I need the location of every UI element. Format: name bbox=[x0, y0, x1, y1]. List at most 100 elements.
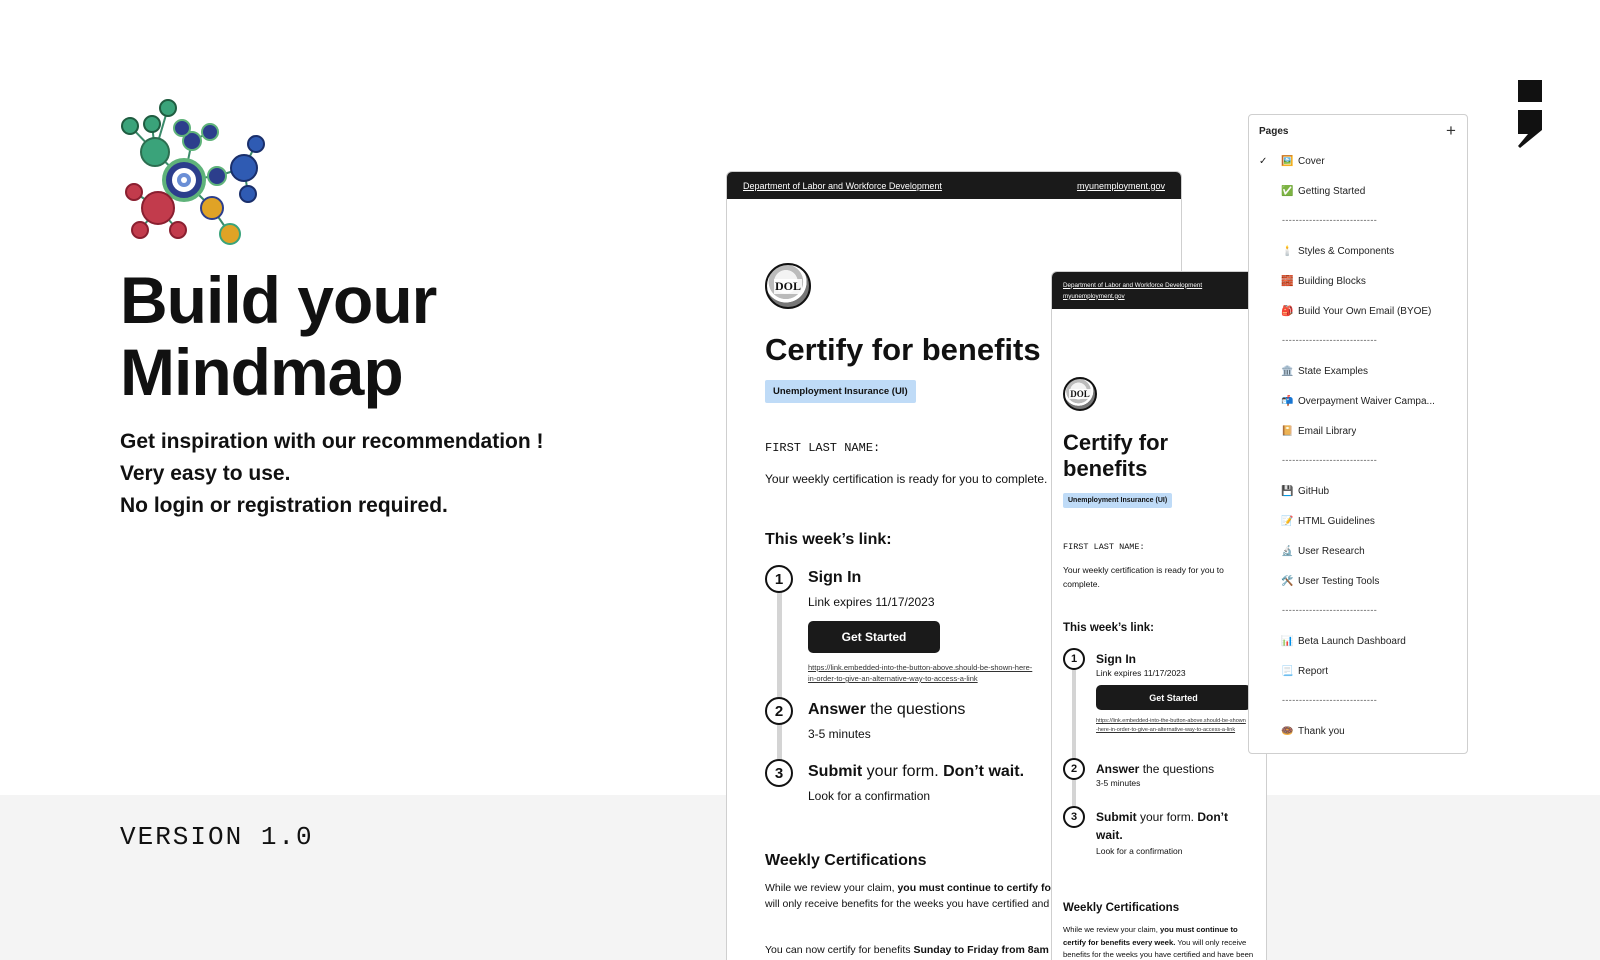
get-started-button[interactable]: Get Started bbox=[808, 621, 940, 653]
mindmap-network-icon bbox=[121, 99, 265, 245]
steps-connector bbox=[777, 587, 782, 783]
site-link[interactable]: myunemployment.gov bbox=[1063, 291, 1125, 302]
pages-panel: Pages + ✓ 🖼️ Cover ✅ Getting Started --------… bbox=[1248, 114, 1468, 754]
pages-title: Pages bbox=[1259, 126, 1289, 137]
step-number: 1 bbox=[1063, 648, 1085, 670]
step-title: Sign In bbox=[808, 569, 862, 586]
seal-text: DOL bbox=[773, 278, 802, 294]
checkmark-icon: ✓ bbox=[1259, 155, 1268, 167]
page-item[interactable]: 🧱 Building Blocks bbox=[1259, 270, 1464, 292]
step-number: 2 bbox=[765, 697, 793, 725]
page-emoji-icon: 🔬 bbox=[1281, 545, 1294, 557]
seal-text: DOL bbox=[1069, 389, 1091, 399]
page-item[interactable]: 📬 Overpayment Waiver Campa... bbox=[1259, 390, 1464, 412]
certifications-paragraph: While we review your claim, you must con… bbox=[1063, 925, 1254, 959]
page-label: Build Your Own Email (BYOE) bbox=[1298, 305, 1432, 317]
page-emoji-icon: 🏛️ bbox=[1281, 365, 1294, 377]
page-emoji-icon: 📬 bbox=[1281, 395, 1294, 407]
page-item[interactable]: 📔 Email Library bbox=[1259, 420, 1464, 442]
step-number: 3 bbox=[1063, 806, 1085, 828]
page-emoji-icon: 🛠️ bbox=[1281, 575, 1294, 587]
page-divider: ---------------------------- bbox=[1282, 695, 1378, 705]
page-label: Building Blocks bbox=[1298, 275, 1366, 287]
page-item[interactable]: 📃 Report bbox=[1259, 660, 1464, 682]
page-item[interactable]: 🎒 Build Your Own Email (BYOE) bbox=[1259, 300, 1464, 322]
step-subtitle: 3-5 minutes bbox=[808, 727, 871, 741]
email-title: Certify for benefits bbox=[1063, 430, 1169, 481]
page-label: Getting Started bbox=[1298, 185, 1366, 197]
step-number: 1 bbox=[765, 565, 793, 593]
page-label: Thank you bbox=[1298, 725, 1345, 737]
version-label: VERSION 1.0 bbox=[120, 822, 314, 852]
page-label: HTML Guidelines bbox=[1298, 515, 1375, 527]
certifications-title: Weekly Certifications bbox=[765, 852, 927, 869]
program-badge: Unemployment Insurance (UI) bbox=[765, 380, 916, 403]
plus-icon[interactable]: + bbox=[1443, 122, 1459, 139]
page-emoji-icon: 🍩 bbox=[1281, 725, 1294, 737]
page-label: Styles & Components bbox=[1298, 245, 1395, 257]
site-link[interactable]: myunemployment.gov bbox=[1077, 181, 1165, 191]
steps-list: 1 Sign In Link expires 11/17/2023 Get St… bbox=[1063, 648, 1263, 868]
page-divider: ---------------------------- bbox=[1282, 335, 1378, 345]
page-emoji-icon: 📊 bbox=[1281, 635, 1294, 647]
step-title: Answer the questions bbox=[1096, 762, 1215, 776]
page-item[interactable]: 🏛️ State Examples bbox=[1259, 360, 1464, 382]
tagline-line: No login or registration required. bbox=[120, 494, 448, 517]
page-item[interactable]: 🕯️ Styles & Components bbox=[1259, 240, 1464, 262]
page-item[interactable]: 🛠️ User Testing Tools bbox=[1259, 570, 1464, 592]
page-label: GitHub bbox=[1298, 485, 1330, 497]
tagline-line: Very easy to use. bbox=[120, 462, 291, 485]
page-label: User Testing Tools bbox=[1298, 575, 1380, 587]
page-divider: ---------------------------- bbox=[1282, 455, 1378, 465]
page-emoji-icon: ✅ bbox=[1281, 185, 1294, 197]
page-item[interactable]: 📝 HTML Guidelines bbox=[1259, 510, 1464, 532]
program-badge: Unemployment Insurance (UI) bbox=[1063, 493, 1173, 508]
dol-seal-icon: DOL bbox=[765, 263, 811, 309]
email-header: Department of Labor and Workforce Develo… bbox=[1052, 272, 1266, 309]
pages-header: Pages + bbox=[1259, 122, 1459, 142]
email-title: Certify for benefits bbox=[765, 332, 1041, 367]
step-subtitle: 3-5 minutes bbox=[1096, 778, 1141, 788]
page-label: Cover bbox=[1298, 155, 1325, 167]
greeting-text: Your weekly certification is ready for y… bbox=[1063, 565, 1224, 589]
page-item[interactable]: ✓ 🖼️ Cover bbox=[1259, 150, 1464, 172]
recipient-name-label: FIRST LAST NAME: bbox=[1063, 542, 1145, 552]
page-item[interactable]: 🍩 Thank you bbox=[1259, 720, 1464, 742]
page-label: Overpayment Waiver Campa... bbox=[1298, 395, 1435, 407]
step-number: 3 bbox=[765, 759, 793, 787]
page-headline: Build your Mindmap bbox=[120, 263, 437, 409]
page-emoji-icon: 📔 bbox=[1281, 425, 1294, 437]
page-label: State Examples bbox=[1298, 365, 1369, 377]
email-preview-mobile: Department of Labor and Workforce Develo… bbox=[1051, 271, 1267, 960]
page-item[interactable]: 📊 Beta Launch Dashboard bbox=[1259, 630, 1464, 652]
recipient-name-label: FIRST LAST NAME: bbox=[765, 441, 881, 455]
tagline-line: Get inspiration with our recommendation … bbox=[120, 430, 544, 453]
org-link[interactable]: Department of Labor and Workforce Develo… bbox=[743, 181, 942, 191]
dol-seal-icon: DOL bbox=[1063, 377, 1097, 411]
page-item[interactable]: 🔬 User Research bbox=[1259, 540, 1464, 562]
page-divider: ---------------------------- bbox=[1282, 215, 1378, 225]
page-label: Beta Launch Dashboard bbox=[1298, 635, 1406, 647]
weekly-link-title: This week’s link: bbox=[765, 531, 892, 548]
page-emoji-icon: 📝 bbox=[1281, 515, 1294, 527]
fallback-link[interactable]: https://link.embedded-into-the-button-ab… bbox=[808, 662, 1033, 684]
fallback-link[interactable]: https://link.embedded-into-the-button-ab… bbox=[1096, 717, 1246, 735]
page-label: Email Library bbox=[1298, 425, 1357, 437]
steps-connector bbox=[1072, 666, 1076, 814]
page-label: User Research bbox=[1298, 545, 1365, 557]
step-title: Sign In bbox=[1096, 652, 1136, 666]
step-title: Submit your form. Don’t wait. bbox=[1096, 810, 1229, 842]
page-item[interactable]: ✅ Getting Started bbox=[1259, 180, 1464, 202]
page-item[interactable]: 💾 GitHub bbox=[1259, 480, 1464, 502]
step-title: Answer the questions bbox=[808, 701, 966, 718]
greeting-text: Your weekly certification is ready for y… bbox=[765, 472, 1048, 486]
step-subtitle: Look for a confirmation bbox=[1096, 846, 1183, 856]
email-header: Department of Labor and Workforce Develo… bbox=[727, 172, 1181, 199]
page-emoji-icon: 🖼️ bbox=[1281, 155, 1294, 167]
org-link[interactable]: Department of Labor and Workforce Develo… bbox=[1063, 280, 1202, 291]
step-subtitle: Look for a confirmation bbox=[808, 789, 931, 803]
step-subtitle: Link expires 11/17/2023 bbox=[808, 595, 935, 609]
step-subtitle: Link expires 11/17/2023 bbox=[1096, 668, 1186, 678]
tagline: Get inspiration with our recommendation … bbox=[120, 426, 680, 522]
get-started-button[interactable]: Get Started bbox=[1096, 685, 1251, 710]
